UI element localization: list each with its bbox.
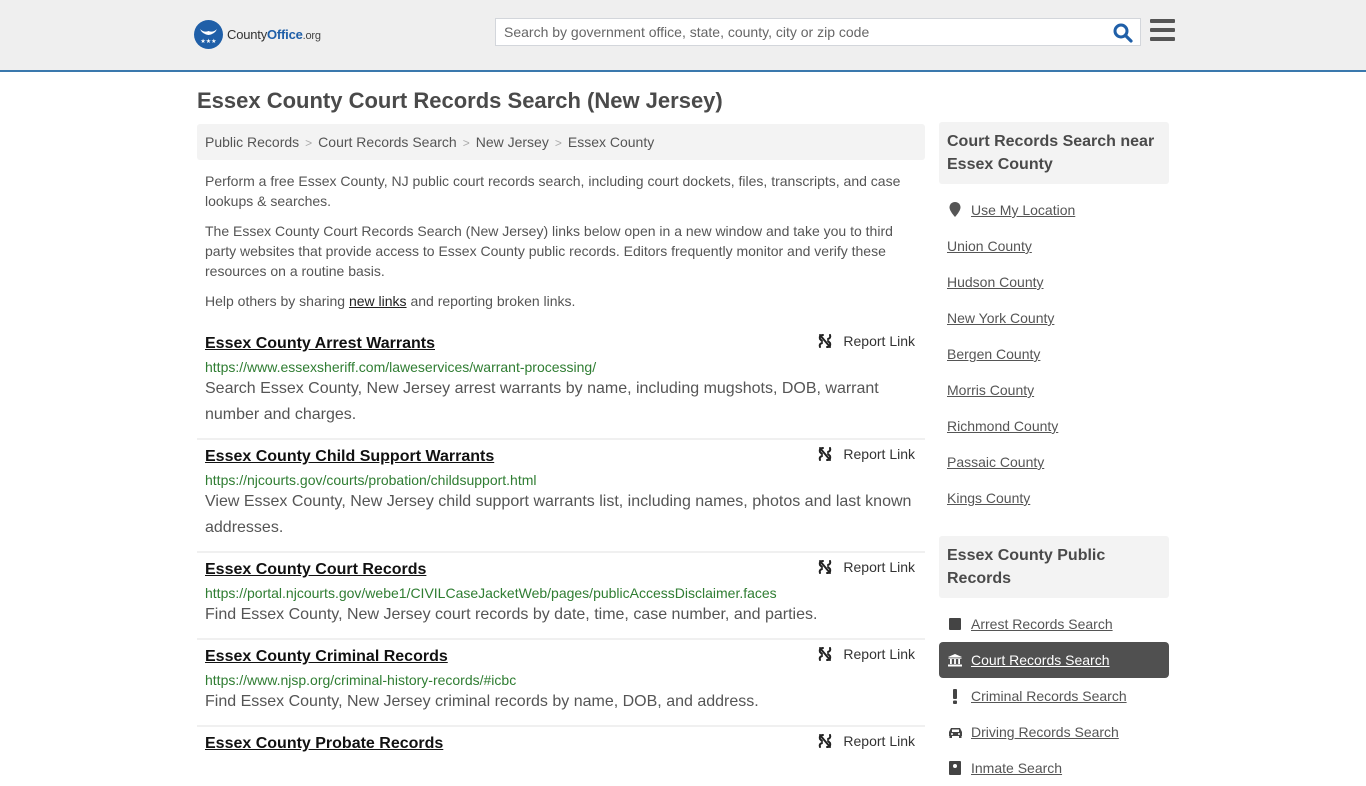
public-record-item-inmate[interactable]: Inmate Search — [939, 750, 1169, 786]
nearby-list: Use My Location Union County Hudson Coun… — [939, 184, 1169, 516]
report-link-button[interactable]: Report Link — [817, 333, 915, 349]
result-url[interactable]: https://www.essexsheriff.com/laweservice… — [205, 358, 917, 376]
car-icon — [947, 727, 963, 738]
use-my-location-item[interactable]: Use My Location — [939, 192, 1169, 228]
report-link-button[interactable]: Report Link — [817, 446, 915, 462]
broken-link-icon — [819, 734, 832, 748]
nearby-county-link[interactable]: Hudson County — [947, 274, 1044, 290]
result-item: Essex County Court Records Report Link h… — [197, 553, 925, 640]
nearby-county-item[interactable]: Hudson County — [939, 264, 1169, 300]
search-input[interactable] — [496, 19, 1106, 45]
arrest-records-link[interactable]: Arrest Records Search — [971, 616, 1113, 632]
report-link-button[interactable]: Report Link — [817, 559, 915, 575]
public-record-item-arrest[interactable]: Arrest Records Search — [939, 606, 1169, 642]
result-description: Find Essex County, New Jersey criminal r… — [205, 693, 759, 710]
logo-text: CountyOffice.org — [227, 27, 321, 42]
square-icon — [947, 618, 963, 630]
sidebar: Court Records Search near Essex County U… — [939, 122, 1169, 786]
logo-eagle-icon: ★★★ — [194, 20, 223, 49]
court-records-link[interactable]: Court Records Search — [971, 652, 1110, 668]
hamburger-menu-icon[interactable] — [1150, 19, 1175, 41]
page-title: Essex County Court Records Search (New J… — [197, 88, 723, 113]
public-record-item-driving[interactable]: Driving Records Search — [939, 714, 1169, 750]
nearby-county-item[interactable]: Union County — [939, 228, 1169, 264]
breadcrumb-separator: > — [462, 136, 470, 150]
result-description: Find Essex County, New Jersey court reco… — [205, 606, 818, 623]
broken-link-icon — [819, 647, 832, 661]
public-record-item-court[interactable]: Court Records Search — [939, 642, 1169, 678]
nearby-county-item[interactable]: Richmond County — [939, 408, 1169, 444]
public-record-item-criminal[interactable]: Criminal Records Search — [939, 678, 1169, 714]
report-link-button[interactable]: Report Link — [817, 733, 915, 749]
result-item: Essex County Arrest Warrants Report Link… — [197, 327, 925, 440]
broken-link-icon — [819, 334, 832, 348]
public-records-heading: Essex County Public Records — [939, 536, 1169, 598]
nearby-county-item[interactable]: Kings County — [939, 480, 1169, 516]
driving-records-link[interactable]: Driving Records Search — [971, 724, 1119, 740]
nearby-county-link[interactable]: Richmond County — [947, 418, 1058, 434]
nearby-county-item[interactable]: Passaic County — [939, 444, 1169, 480]
site-logo[interactable]: ★★★ CountyOffice.org — [194, 20, 321, 49]
result-title-link[interactable]: Essex County Probate Records — [205, 734, 443, 754]
breadcrumb-separator: > — [305, 136, 313, 150]
result-description: Search Essex County, New Jersey arrest w… — [205, 380, 879, 423]
nearby-county-link[interactable]: Morris County — [947, 382, 1034, 398]
result-url[interactable]: https://njcourts.gov/courts/probation/ch… — [205, 471, 917, 489]
intro-paragraph-2: The Essex County Court Records Search (N… — [205, 223, 893, 279]
criminal-records-link[interactable]: Criminal Records Search — [971, 688, 1127, 704]
result-title-link[interactable]: Essex County Arrest Warrants — [205, 334, 435, 354]
search-icon[interactable] — [1112, 22, 1134, 44]
exclamation-icon — [947, 688, 963, 704]
breadcrumb-public-records[interactable]: Public Records — [205, 134, 299, 150]
breadcrumb-essex-county[interactable]: Essex County — [568, 134, 654, 150]
result-url[interactable]: https://www.njsp.org/criminal-history-re… — [205, 671, 917, 689]
site-header: ★★★ CountyOffice.org — [0, 0, 1366, 72]
breadcrumb-court-records-search[interactable]: Court Records Search — [318, 134, 457, 150]
nearby-county-link[interactable]: New York County — [947, 310, 1054, 326]
broken-link-icon — [819, 447, 832, 461]
nearby-heading: Court Records Search near Essex County — [939, 122, 1169, 184]
nearby-county-item[interactable]: New York County — [939, 300, 1169, 336]
search-box — [495, 18, 1141, 46]
result-item: Essex County Criminal Records Report Lin… — [197, 640, 925, 727]
nearby-county-item[interactable]: Bergen County — [939, 336, 1169, 372]
result-item: Essex County Probate Records Report Link — [197, 727, 925, 764]
nearby-county-link[interactable]: Kings County — [947, 490, 1030, 506]
breadcrumb-new-jersey[interactable]: New Jersey — [476, 134, 549, 150]
inmate-search-link[interactable]: Inmate Search — [971, 760, 1062, 776]
nearby-county-link[interactable]: Bergen County — [947, 346, 1040, 362]
new-links-link[interactable]: new links — [349, 293, 407, 309]
breadcrumb: Public Records > Court Records Search > New … — [197, 124, 925, 160]
intro-paragraph-3: Help others by sharing new links and rep… — [205, 293, 576, 309]
intro-paragraph-1: Perform a free Essex County, NJ public c… — [205, 173, 901, 209]
map-pin-icon — [947, 202, 963, 218]
breadcrumb-separator: > — [554, 136, 562, 150]
results-list: Essex County Arrest Warrants Report Link… — [197, 327, 925, 764]
nearby-county-item[interactable]: Morris County — [939, 372, 1169, 408]
result-url[interactable]: https://portal.njcourts.gov/webe1/CIVILC… — [205, 584, 917, 602]
broken-link-icon — [819, 560, 832, 574]
inmate-icon — [947, 761, 963, 775]
intro-text: Perform a free Essex County, NJ public c… — [205, 171, 920, 321]
courthouse-icon — [947, 653, 963, 667]
result-title-link[interactable]: Essex County Court Records — [205, 560, 426, 580]
svg-text:★★★: ★★★ — [200, 38, 216, 45]
use-my-location-link[interactable]: Use My Location — [971, 202, 1075, 218]
result-description: View Essex County, New Jersey child supp… — [205, 493, 912, 536]
result-item: Essex County Child Support Warrants Repo… — [197, 440, 925, 553]
nearby-county-link[interactable]: Union County — [947, 238, 1032, 254]
result-title-link[interactable]: Essex County Child Support Warrants — [205, 447, 494, 467]
result-title-link[interactable]: Essex County Criminal Records — [205, 647, 448, 667]
nearby-county-link[interactable]: Passaic County — [947, 454, 1044, 470]
report-link-button[interactable]: Report Link — [817, 646, 915, 662]
public-records-list: Arrest Records Search Court Records Sear… — [939, 598, 1169, 786]
